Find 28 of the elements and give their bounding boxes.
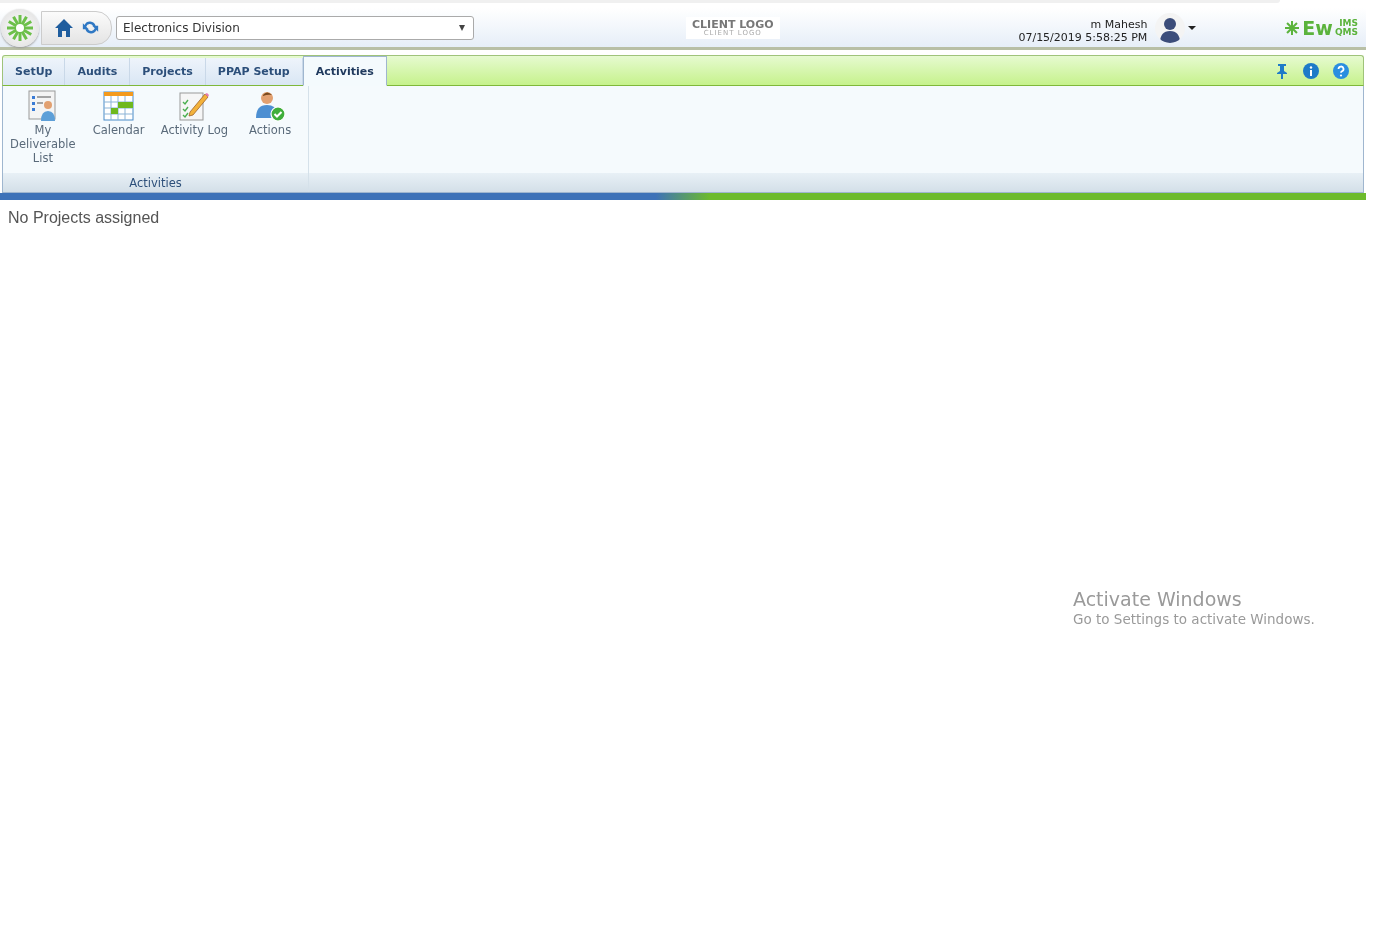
tab[interactable]: Activities — [302, 56, 387, 86]
logo-icon[interactable] — [1, 8, 39, 47]
division-select[interactable]: Electronics Division — [116, 15, 474, 40]
list-person-icon — [26, 90, 59, 122]
tab[interactable]: PPAP Setup — [205, 58, 303, 85]
tab[interactable]: SetUp — [3, 58, 66, 85]
ribbon-button[interactable]: Activity Log — [156, 90, 233, 173]
date-time: 07/15/2019 5:58:25 PM — [1018, 30, 1148, 44]
notice-title: Activate Windows — [1073, 587, 1243, 611]
notice-text: Go to Settings to activate Windows. — [1073, 611, 1315, 627]
pin-icon[interactable] — [1275, 62, 1289, 79]
group-label: Activities — [3, 173, 308, 192]
calendar-icon — [102, 90, 135, 122]
tab[interactable]: Projects — [130, 58, 206, 85]
info-icon[interactable] — [1303, 62, 1319, 79]
refresh-icon[interactable] — [82, 19, 99, 36]
ribbon-button[interactable]: Calendar — [80, 90, 157, 173]
help-icon[interactable] — [1333, 62, 1349, 79]
tab[interactable]: Audits — [65, 58, 131, 85]
avatar-icon[interactable] — [1155, 12, 1186, 43]
person-check-icon — [254, 90, 287, 122]
empty-message: No Projects assigned — [8, 209, 160, 226]
user-name: m Mahesh — [1089, 17, 1148, 31]
ribbon-button[interactable]: My Deliverable List — [5, 90, 81, 173]
checklist-pencil-icon — [178, 90, 211, 122]
home-icon[interactable] — [54, 17, 74, 38]
caret-icon[interactable] — [1188, 25, 1197, 30]
ribbon-button[interactable]: Actions — [232, 90, 308, 173]
